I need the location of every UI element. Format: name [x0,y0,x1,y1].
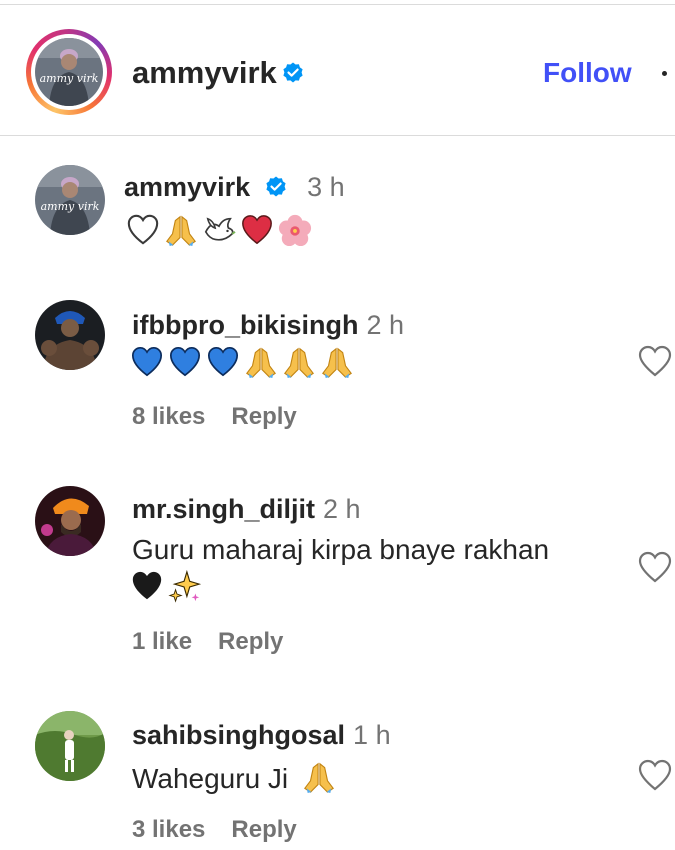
username-text[interactable]: ifbbpro_bikisingh [132,310,359,340]
story-ring[interactable]: ammy virk [26,29,112,115]
blue-heart-icon [207,346,239,377]
avatar[interactable] [35,711,105,781]
dove-icon [204,217,236,241]
blue-heart-icon [169,346,201,377]
reply-button[interactable]: Reply [231,816,296,843]
post-header: ammy virk ammyvirk Follow [0,5,675,136]
comment-time: 3 h [307,172,345,202]
comment-username[interactable]: sahibsinghgosal 1 h [132,720,391,751]
folded-hands-icon [303,762,334,794]
comment-meta: 8 likes Reply [132,403,297,431]
folded-hands-icon [284,347,314,379]
folded-hands-icon [166,215,196,247]
avatar[interactable]: ammy virk [35,38,103,106]
avatar[interactable] [35,486,105,556]
comment-username[interactable]: ifbbpro_bikisingh 2 h [132,310,404,341]
comment-time: 2 h [366,310,405,340]
avatar[interactable]: ammy virk [35,165,105,235]
blue-heart-icon [131,346,163,377]
comment-time: 2 h [323,494,361,524]
folded-hands-icon [246,347,276,379]
username-text[interactable]: ammyvirk [124,172,250,202]
likes-count[interactable]: 3 likes [132,816,205,843]
username-text[interactable]: sahibsinghgosal [132,720,345,750]
comment-time: 1 h [353,720,391,750]
white-heart-icon [127,214,159,245]
black-heart-icon [132,571,162,600]
folded-hands-icon [322,347,352,379]
comment-meta: 1 like Reply [132,628,283,656]
reply-button[interactable]: Reply [218,628,283,655]
more-options-icon[interactable] [657,59,673,83]
like-heart-icon[interactable] [637,344,673,378]
comment-text-content: Waheguru Ji [132,763,289,794]
avatar[interactable] [35,300,105,370]
comment-meta: 3 likes Reply [132,816,297,844]
caption-emojis [126,212,312,248]
verified-badge-icon [264,175,288,199]
follow-button[interactable]: Follow [543,57,632,89]
verified-badge-icon [281,61,305,85]
comment-username[interactable]: mr.singh_diljit 2 h [132,494,361,525]
comment-text: Waheguru Ji [132,760,336,795]
red-heart-icon [242,215,272,245]
like-heart-icon[interactable] [637,550,673,584]
comment-emojis [130,344,354,380]
username-text[interactable]: mr.singh_diljit [132,494,315,524]
sparkles-icon [168,569,202,603]
reply-button[interactable]: Reply [231,403,296,430]
comment-emojis [130,568,202,604]
comment-text: Guru maharaj kirpa bnaye rakhan [132,534,550,565]
post-author-username[interactable]: ammyvirk [132,55,277,91]
comment-username[interactable]: ammyvirk 3 h [124,172,345,203]
avatar-signature: ammy virk [40,72,99,85]
likes-count[interactable]: 8 likes [132,403,205,430]
hibiscus-icon [278,214,312,247]
likes-count[interactable]: 1 like [132,628,192,655]
like-heart-icon[interactable] [637,758,673,792]
avatar-signature: ammy virk [41,200,100,213]
